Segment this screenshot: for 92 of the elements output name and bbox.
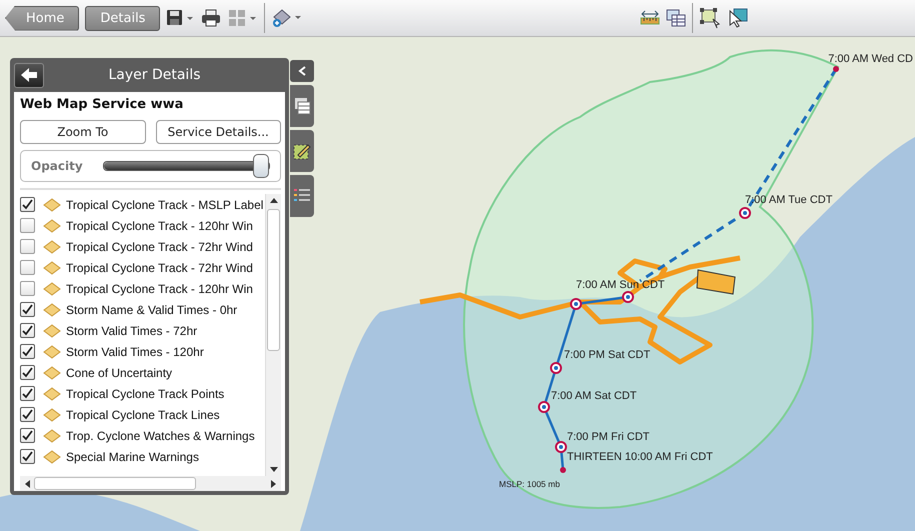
layer-diamond-icon bbox=[43, 302, 61, 316]
layer-diamond-icon bbox=[43, 282, 61, 296]
slider-thumb[interactable] bbox=[253, 154, 269, 178]
checkmark-icon bbox=[22, 325, 33, 336]
pressure-label: MSLP: 1005 mb bbox=[499, 479, 560, 489]
layer-checkbox[interactable] bbox=[20, 386, 35, 401]
save-icon[interactable] bbox=[166, 8, 194, 28]
layer-name: Tropical Cyclone Track - 120hr Win bbox=[66, 218, 253, 232]
layer-name: Cone of Uncertainty bbox=[66, 366, 172, 380]
panel-button[interactable]: Zoom To bbox=[20, 120, 146, 144]
table-icon[interactable] bbox=[666, 8, 686, 28]
add-layer-icon[interactable] bbox=[271, 7, 304, 29]
warning-area bbox=[696, 269, 736, 295]
layer-name: Storm Valid Times - 120hr bbox=[66, 344, 204, 358]
service-title: Web Map Service wwa bbox=[20, 97, 184, 112]
layer-checkbox[interactable] bbox=[20, 407, 35, 422]
track-time-label: 7:00 AM Tue CDT bbox=[745, 194, 832, 206]
layer-diamond-icon bbox=[43, 428, 61, 442]
opacity-label: Opacity bbox=[31, 159, 83, 173]
layer-diamond-icon bbox=[43, 324, 61, 338]
scroll-left-icon[interactable] bbox=[24, 480, 30, 488]
layer-checkbox[interactable] bbox=[20, 197, 35, 212]
track-time-label: 7:00 PM Sat CDT bbox=[564, 349, 650, 361]
layer-diamond-icon bbox=[43, 408, 61, 422]
layer-diamond-icon bbox=[43, 386, 61, 400]
checkmark-icon bbox=[22, 304, 33, 315]
print-icon[interactable] bbox=[200, 8, 222, 28]
checkmark-icon bbox=[22, 388, 33, 399]
track-point bbox=[560, 467, 566, 473]
side-tab[interactable] bbox=[290, 85, 314, 127]
layer-checkbox[interactable] bbox=[20, 239, 35, 254]
layer-name: Tropical Cyclone Track - 72hr Wind bbox=[66, 260, 253, 274]
layer-name: Tropical Cyclone Track Lines bbox=[66, 408, 220, 422]
back-button[interactable] bbox=[14, 62, 44, 88]
layer-diamond-icon bbox=[43, 450, 61, 464]
scroll-up-icon[interactable] bbox=[270, 197, 278, 203]
layer-diamond-icon bbox=[43, 240, 61, 254]
track-time-label: THIRTEEN 10:00 AM Fri CDT bbox=[567, 451, 713, 463]
hurricane-icon bbox=[555, 441, 567, 453]
layer-diamond-icon bbox=[43, 218, 61, 232]
track-time-label: 7:00 AM Wed CD bbox=[828, 53, 913, 65]
chevron-left-icon bbox=[298, 66, 306, 76]
checkmark-icon bbox=[22, 367, 33, 378]
hurricane-icon bbox=[538, 401, 550, 413]
layer-diamond-icon bbox=[43, 198, 61, 212]
vertical-scrollbar[interactable] bbox=[265, 194, 281, 476]
layer-checkbox[interactable] bbox=[20, 218, 35, 233]
track-time-label: 7:00 AM Sat CDT bbox=[551, 390, 637, 402]
layer-diamond-icon bbox=[43, 260, 61, 274]
checkmark-icon bbox=[22, 199, 33, 210]
layer-checkbox[interactable] bbox=[20, 281, 35, 296]
layer-name: Tropical Cyclone Track - 72hr Wind bbox=[66, 240, 253, 254]
hurricane-icon bbox=[550, 362, 562, 374]
opacity-slider[interactable] bbox=[102, 155, 270, 177]
layer-name: Trop. Cyclone Watches & Warnings bbox=[66, 428, 255, 442]
panel-button[interactable]: Service Details... bbox=[156, 120, 281, 144]
collapse-button[interactable] bbox=[290, 60, 314, 82]
layer-checkbox[interactable] bbox=[20, 344, 35, 359]
scroll-right-icon[interactable] bbox=[271, 480, 277, 488]
selection-icon[interactable] bbox=[699, 7, 721, 29]
layer-name: Storm Name & Valid Times - 0hr bbox=[66, 302, 238, 316]
layer-name: Tropical Cyclone Track - MSLP Label bbox=[66, 198, 264, 212]
layer-name: Tropical Cyclone Track - 120hr Win bbox=[66, 282, 253, 296]
layer-name: Tropical Cyclone Track Points bbox=[66, 386, 224, 400]
layer-diamond-icon bbox=[43, 344, 61, 358]
layer-name: Storm Valid Times - 72hr bbox=[66, 324, 198, 338]
layer-diamond-icon bbox=[43, 366, 61, 380]
checkmark-icon bbox=[22, 451, 33, 462]
layer-checkbox[interactable] bbox=[20, 302, 35, 317]
checkmark-icon bbox=[22, 430, 33, 441]
table-icon bbox=[293, 97, 311, 115]
track-time-label: 7:00 PM Fri CDT bbox=[567, 431, 650, 443]
layer-checkbox[interactable] bbox=[20, 428, 35, 443]
cursor-icon[interactable] bbox=[727, 7, 749, 29]
hurricane-icon bbox=[570, 298, 582, 310]
scroll-down-icon[interactable] bbox=[270, 467, 278, 473]
hurricane-icon bbox=[622, 291, 634, 303]
back-arrow-icon bbox=[20, 67, 38, 83]
track-point bbox=[833, 66, 839, 72]
horizontal-scrollbar[interactable] bbox=[20, 476, 281, 491]
panel-title: Layer Details bbox=[107, 67, 202, 83]
side-tab[interactable] bbox=[290, 130, 314, 172]
side-tab[interactable] bbox=[290, 175, 314, 217]
layer-checkbox[interactable] bbox=[20, 323, 35, 338]
checkmark-icon bbox=[22, 346, 33, 357]
edit-icon bbox=[293, 142, 311, 160]
layer-checkbox[interactable] bbox=[20, 449, 35, 464]
layer-checkbox[interactable] bbox=[20, 365, 35, 380]
checkmark-icon bbox=[22, 409, 33, 420]
hurricane-icon bbox=[739, 207, 751, 219]
layer-name: Special Marine Warnings bbox=[66, 450, 199, 464]
layer-checkbox[interactable] bbox=[20, 260, 35, 275]
